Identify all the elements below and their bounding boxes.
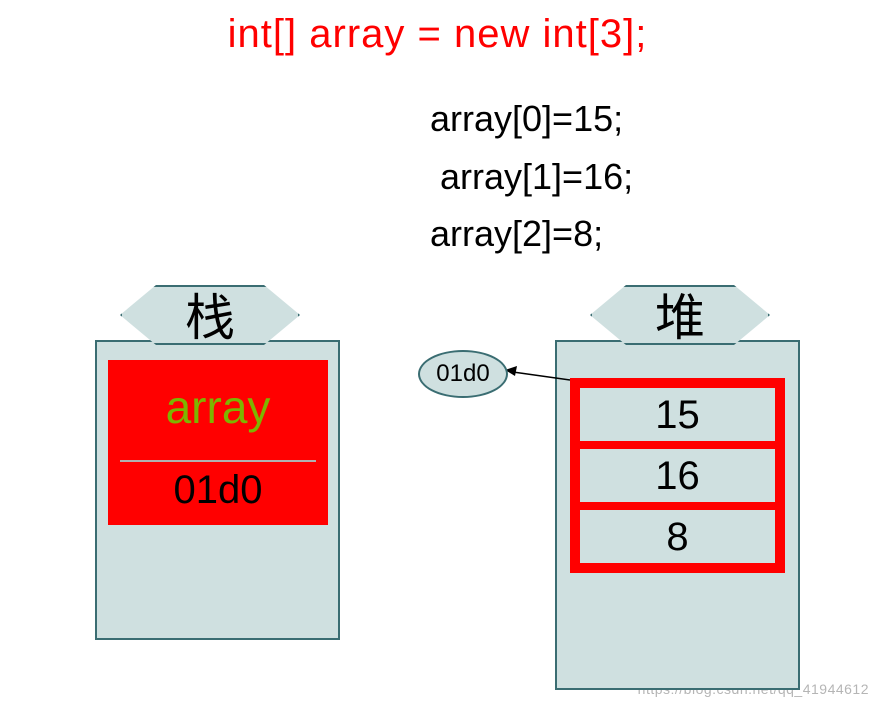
assign-line-2: array[2]=8;	[430, 205, 633, 263]
code-declaration: int[] array = new int[3];	[0, 12, 875, 57]
stack-variable-address: 01d0	[108, 468, 328, 513]
heap-cell-1: 16	[580, 449, 775, 502]
heap-cell-0: 15	[580, 388, 775, 441]
heap-label: 堆	[590, 278, 770, 350]
stack-variable-name: array	[108, 380, 328, 434]
assign-line-0: array[0]=15;	[430, 90, 633, 148]
stack-label: 栈	[120, 278, 300, 350]
assign-line-1: array[1]=16;	[430, 148, 633, 206]
pointer-address: 01d0	[418, 350, 508, 398]
heap-cell-2: 8	[580, 510, 775, 563]
assignment-lines: array[0]=15; array[1]=16; array[2]=8;	[430, 90, 633, 263]
heap-array-box: 15 16 8	[570, 378, 785, 573]
pointer-arrow-icon	[505, 360, 575, 390]
stack-divider	[120, 460, 316, 462]
